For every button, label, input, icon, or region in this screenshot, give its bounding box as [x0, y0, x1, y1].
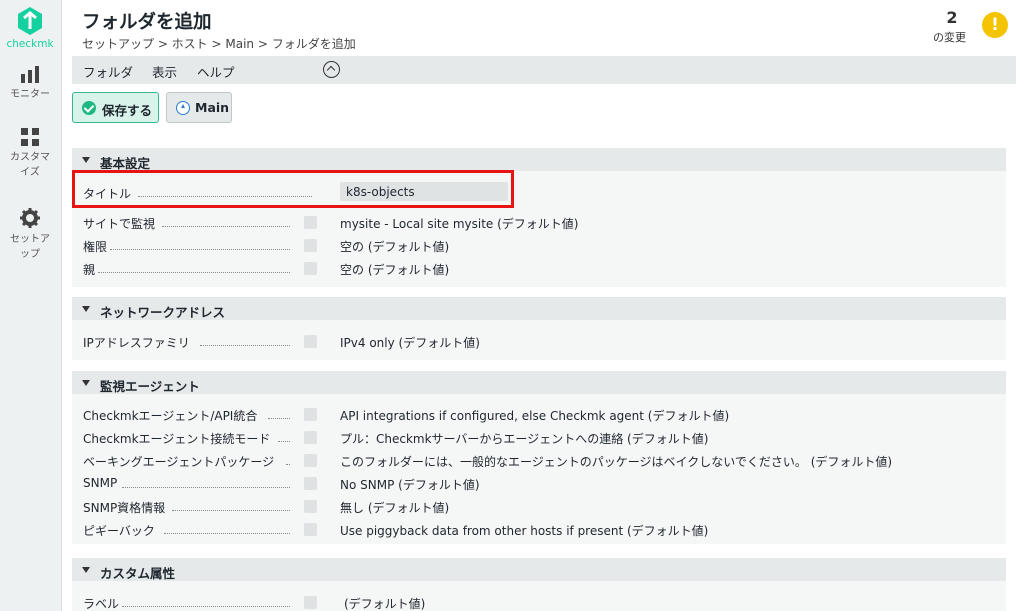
sidebar-item-label: セットアップ [10, 234, 50, 260]
dots [122, 606, 290, 607]
snmp-label: SNMP [83, 476, 118, 490]
sidebar-item-setup[interactable]: セットアップ [0, 208, 60, 262]
collapse-menu-icon[interactable] [323, 61, 340, 78]
agent-mode-checkbox[interactable] [304, 431, 317, 444]
bar-chart-icon [21, 66, 39, 83]
section-title: カスタム属性 [100, 566, 176, 581]
warning-icon[interactable]: ! [982, 12, 1008, 38]
agent-bake-value: このフォルダーには、一般的なエージェントのパッケージはベイクしないでください。 … [340, 455, 893, 469]
collapse-triangle-icon [82, 306, 90, 312]
permission-checkbox[interactable] [304, 239, 317, 252]
highlight-box [72, 170, 514, 208]
agent-api-label: Checkmkエージェント/API統合 [83, 409, 258, 423]
save-button[interactable]: 保存する [72, 92, 159, 123]
parent-label: 親 [83, 263, 96, 277]
dots [278, 441, 290, 442]
piggyback-checkbox[interactable] [304, 523, 317, 536]
label-value: (デフォルト値) [344, 597, 426, 611]
piggyback-value: Use piggyback data from other hosts if p… [340, 524, 709, 538]
main-button-label: Main [195, 100, 230, 115]
section-custom-header[interactable]: カスタム属性 [72, 558, 1006, 581]
dots [172, 510, 290, 511]
dots [98, 272, 290, 273]
sidebar-item-label: カスタマイズ [10, 152, 50, 178]
agent-api-checkbox[interactable] [304, 408, 317, 421]
agent-mode-value: プル：Checkmkサーバーからエージェントへの連絡 (デフォルト値) [340, 432, 709, 446]
menu-help[interactable]: ヘルプ [197, 62, 235, 81]
section-network-body [72, 320, 1006, 360]
collapse-triangle-icon [82, 380, 90, 386]
dots [162, 226, 290, 227]
ip-family-checkbox[interactable] [304, 335, 317, 348]
collapse-triangle-icon [82, 157, 90, 163]
permission-label: 権限 [83, 240, 108, 254]
dots [268, 418, 290, 419]
snmp-cred-label: SNMP資格情報 [83, 501, 166, 515]
agent-mode-label: Checkmkエージェント接続モード [83, 432, 271, 446]
up-arrow-icon [176, 101, 190, 115]
collapse-triangle-icon [82, 567, 90, 573]
site-checkbox[interactable] [304, 216, 317, 229]
grid-icon [21, 128, 39, 146]
menu-display[interactable]: 表示 [152, 62, 177, 81]
menubar: フォルダ 表示 ヘルプ [72, 56, 1016, 84]
section-title: ネットワークアドレス [100, 305, 226, 320]
section-agent-header[interactable]: 監視エージェント [72, 371, 1006, 394]
dots [122, 487, 290, 488]
check-icon [82, 101, 96, 115]
breadcrumb[interactable]: セットアップ > ホスト > Main > フォルダを追加 [82, 35, 356, 52]
dots [286, 464, 290, 465]
agent-bake-checkbox[interactable] [304, 454, 317, 467]
site-label: サイトで監視 [83, 217, 156, 231]
sidebar-item-monitor[interactable]: モニター [0, 66, 60, 102]
dots [110, 249, 290, 250]
label-label: ラベル [83, 597, 120, 611]
snmp-cred-checkbox[interactable] [304, 500, 317, 513]
changes-count[interactable]: 2 [946, 8, 958, 27]
dots [200, 345, 290, 346]
snmp-cred-value: 無し (デフォルト値) [340, 501, 450, 515]
site-value: mysite - Local site mysite (デフォルト値) [340, 217, 579, 231]
brand-text: checkmk [6, 38, 54, 50]
sidebar-item-label: モニター [10, 89, 50, 100]
gear-icon [20, 208, 40, 228]
agent-bake-label: ベーキングエージェントパッケージ [83, 455, 275, 469]
permission-value: 空の (デフォルト値) [340, 240, 450, 254]
parent-checkbox[interactable] [304, 262, 317, 275]
ip-family-value: IPv4 only (デフォルト値) [340, 336, 480, 350]
ip-family-label: IPアドレスファミリ [83, 336, 190, 350]
snmp-value: No SNMP (デフォルト値) [340, 478, 480, 492]
section-title: 基本設定 [100, 156, 151, 171]
section-title: 監視エージェント [100, 379, 200, 394]
main-folder-button[interactable]: Main [166, 92, 232, 123]
save-button-label: 保存する [102, 103, 153, 118]
piggyback-label: ピギーバック [83, 524, 155, 538]
agent-api-value: API integrations if configured, else Che… [340, 409, 730, 423]
sidebar: checkmk モニター カスタマイズ セットアップ [0, 0, 62, 611]
parent-value: 空の (デフォルト値) [340, 263, 450, 277]
changes-label[interactable]: の変更 [933, 29, 966, 45]
menu-folder[interactable]: フォルダ [83, 62, 133, 81]
dots [164, 533, 290, 534]
label-checkbox[interactable] [304, 596, 317, 609]
section-network-header[interactable]: ネットワークアドレス [72, 297, 1006, 320]
page-title: フォルダを追加 [82, 12, 212, 33]
snmp-checkbox[interactable] [304, 477, 317, 490]
section-basic-header[interactable]: 基本設定 [72, 148, 1006, 171]
sidebar-item-customize[interactable]: カスタマイズ [0, 128, 60, 180]
checkmk-logo-icon[interactable] [16, 6, 44, 36]
